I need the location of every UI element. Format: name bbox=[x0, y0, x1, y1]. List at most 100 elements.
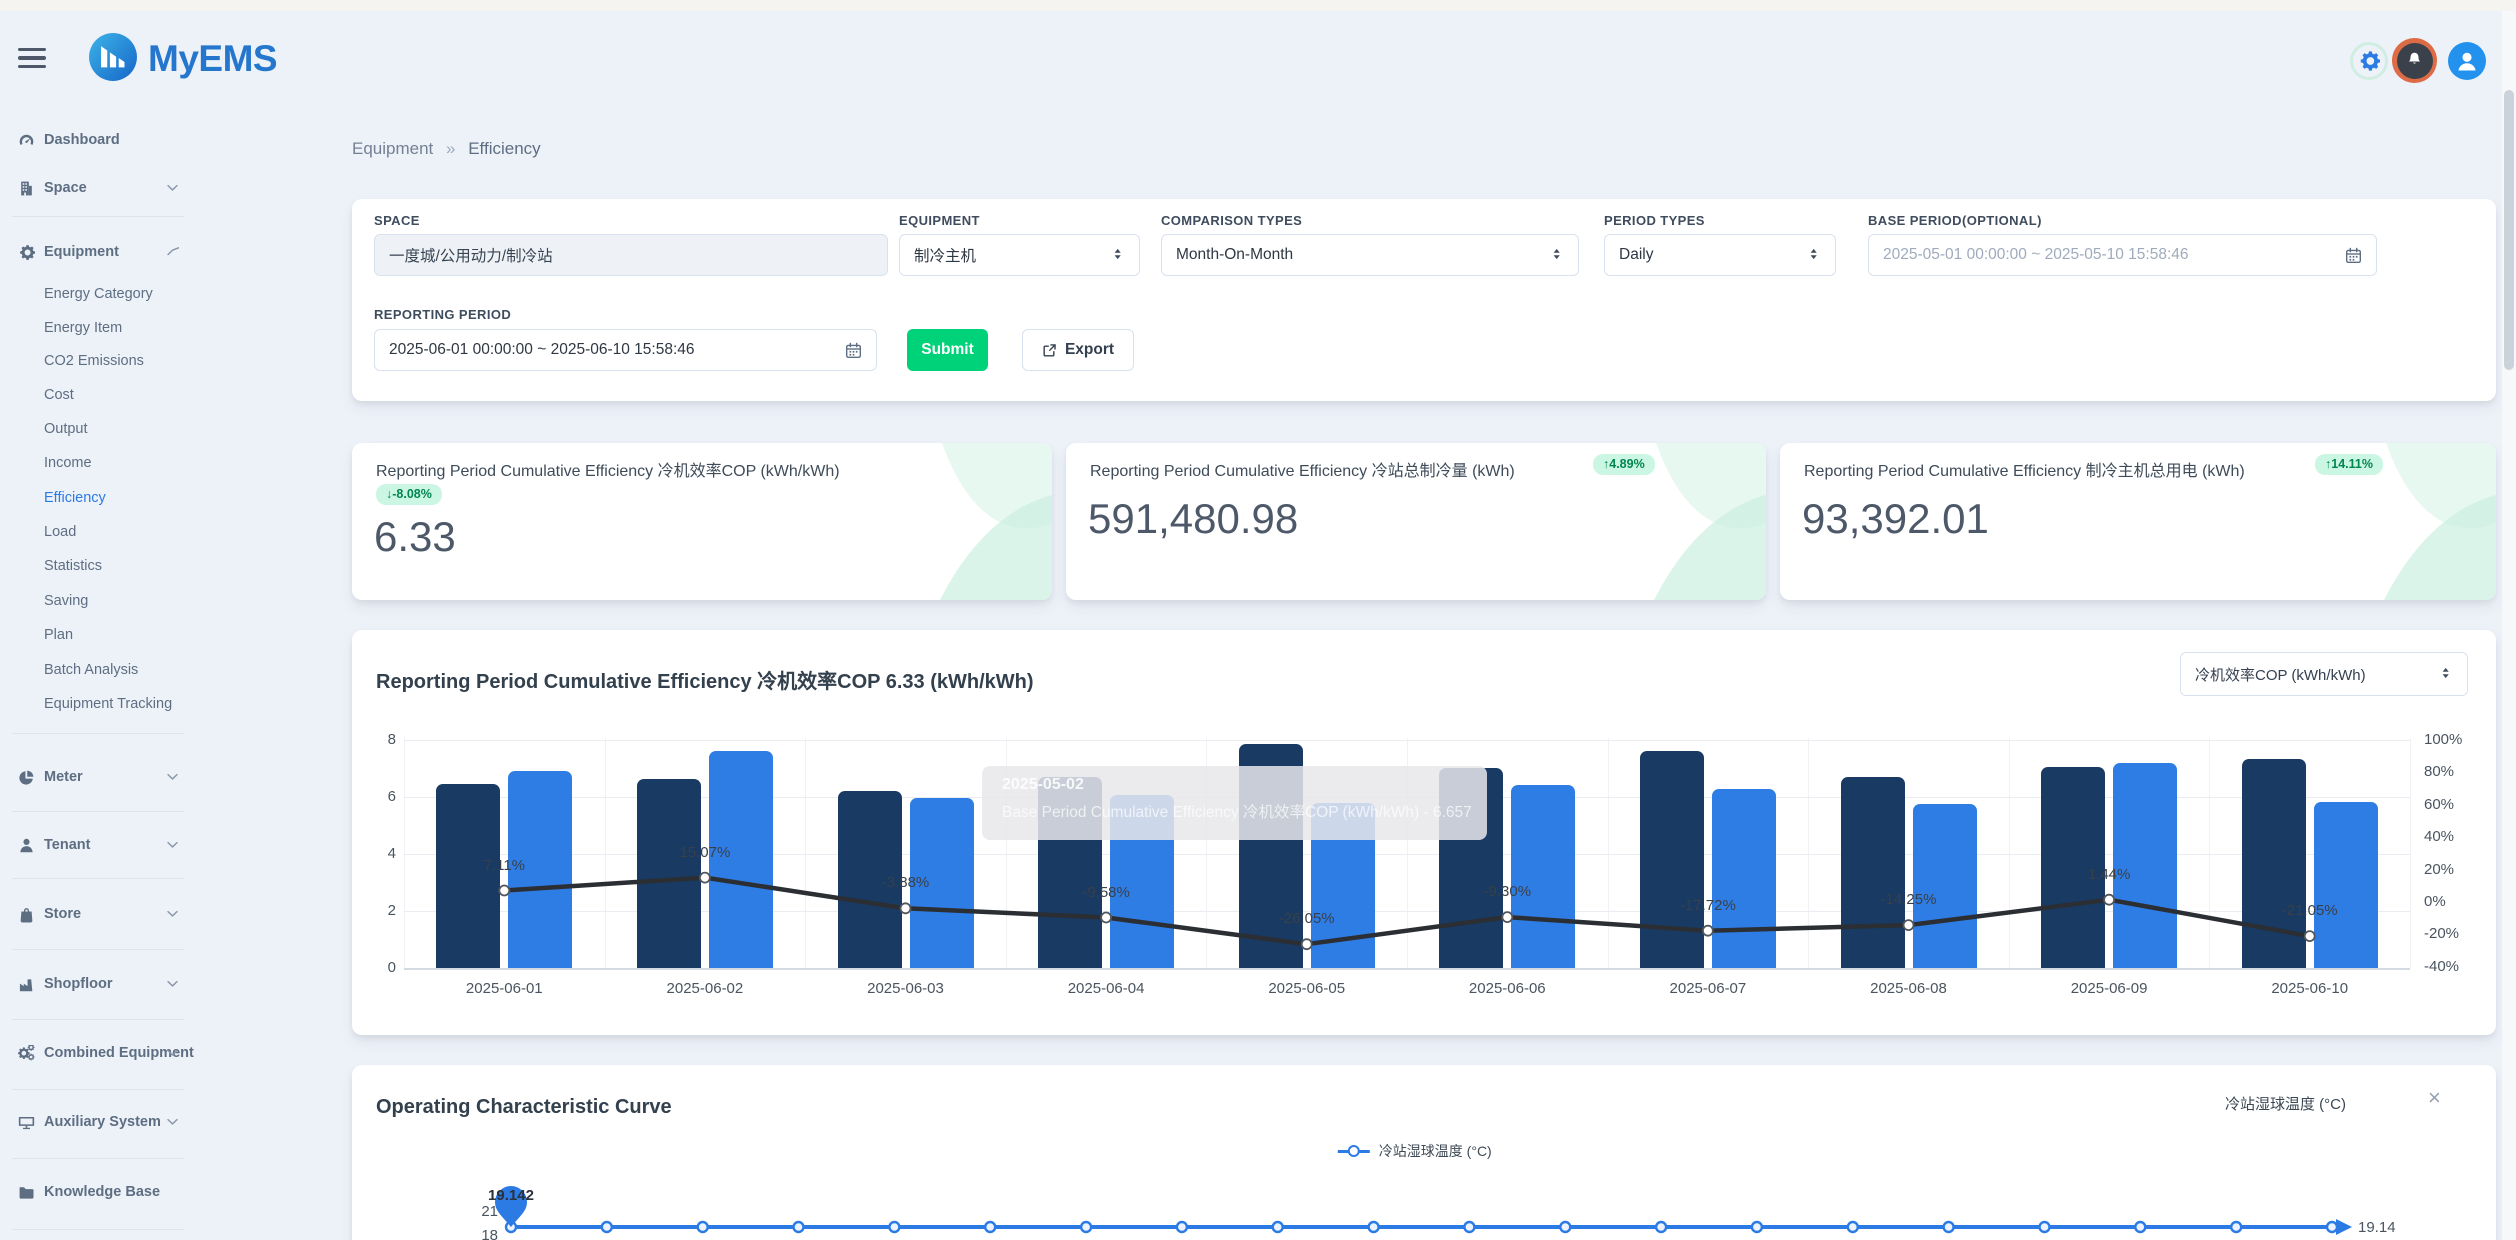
curve-marker[interactable] bbox=[2327, 1222, 2337, 1232]
line-marker[interactable] bbox=[901, 903, 911, 913]
gear-icon bbox=[18, 244, 35, 261]
reporting-period-input[interactable]: 2025-06-01 00:00:00 ~ 2025-06-10 15:58:4… bbox=[374, 329, 877, 371]
line-marker[interactable] bbox=[1302, 939, 1312, 949]
hamburger-menu-icon[interactable] bbox=[18, 48, 46, 70]
curve-legend[interactable]: 冷站湿球温度 (°C) bbox=[1338, 1141, 1492, 1161]
sidebar-subitem-label: Plan bbox=[44, 627, 73, 643]
legend-label: 冷站湿球温度 (°C) bbox=[1379, 1141, 1492, 1161]
settings-gear-icon[interactable] bbox=[2350, 42, 2388, 80]
x-axis-label: 2025-06-03 bbox=[826, 980, 986, 997]
line-marker[interactable] bbox=[2104, 895, 2114, 905]
curve-marker[interactable] bbox=[1369, 1222, 1379, 1232]
tooltip-date: 2025-05-02 bbox=[1002, 776, 1467, 794]
curve-marker[interactable] bbox=[985, 1222, 995, 1232]
period-types-select[interactable]: Daily bbox=[1604, 234, 1836, 276]
factory-icon bbox=[18, 976, 35, 993]
sidebar-subitem-income[interactable]: Income bbox=[0, 449, 196, 477]
scrollbar-thumb[interactable] bbox=[2504, 90, 2514, 370]
sidebar-item-label: Shopfloor bbox=[44, 976, 112, 992]
app-logo[interactable]: MyEMS bbox=[88, 33, 348, 85]
line-marker[interactable] bbox=[1502, 912, 1512, 922]
sidebar-subitem-efficiency[interactable]: Efficiency bbox=[0, 484, 196, 512]
sidebar-subitem-plan[interactable]: Plan bbox=[0, 621, 196, 649]
sidebar-item-dashboard[interactable]: Dashboard bbox=[0, 125, 196, 155]
curve-marker[interactable] bbox=[2231, 1222, 2241, 1232]
submit-button[interactable]: Submit bbox=[907, 329, 988, 371]
curve-marker[interactable] bbox=[1848, 1222, 1858, 1232]
base-period-input[interactable]: 2025-05-01 00:00:00 ~ 2025-05-10 15:58:4… bbox=[1868, 234, 2377, 276]
sidebar-subitem-cost[interactable]: Cost bbox=[0, 381, 196, 409]
comparison-value: Month-On-Month bbox=[1176, 246, 1293, 264]
curve-marker[interactable] bbox=[1944, 1222, 1954, 1232]
sidebar-subitem-equipment-tracking[interactable]: Equipment Tracking bbox=[0, 690, 196, 718]
curve-marker[interactable] bbox=[1081, 1222, 1091, 1232]
curve-marker[interactable] bbox=[1177, 1222, 1187, 1232]
sidebar-subitem-co2-emissions[interactable]: CO2 Emissions bbox=[0, 347, 196, 375]
sidebar-item-shopfloor[interactable]: Shopfloor bbox=[0, 969, 196, 999]
y-axis-tick-left: 8 bbox=[360, 731, 396, 748]
increment-rate-label: -26.05% bbox=[1242, 910, 1372, 927]
sidebar-subitem-label: Efficiency bbox=[44, 490, 106, 506]
building-icon bbox=[18, 180, 35, 197]
sidebar-item-combined-equipment[interactable]: Combined Equipment bbox=[0, 1038, 196, 1068]
period-types-label: PERIOD TYPES bbox=[1604, 213, 1705, 228]
line-marker[interactable] bbox=[2305, 931, 2315, 941]
sidebar-item-auxiliary-system[interactable]: Auxiliary System bbox=[0, 1107, 196, 1137]
user-avatar[interactable] bbox=[2448, 42, 2486, 80]
curve-marker[interactable] bbox=[2135, 1222, 2145, 1232]
gridline-vertical bbox=[2410, 738, 2411, 968]
sidebar-item-meter[interactable]: Meter bbox=[0, 762, 196, 792]
gears-icon bbox=[18, 1045, 35, 1062]
curve-marker[interactable] bbox=[794, 1222, 804, 1232]
sidebar: Dashboard Space Equipment Energy Category En… bbox=[0, 95, 196, 1240]
comparison-types-select[interactable]: Month-On-Month bbox=[1161, 234, 1579, 276]
sidebar-divider bbox=[12, 1229, 184, 1230]
stat-title: Reporting Period Cumulative Efficiency 制… bbox=[1804, 457, 2245, 481]
x-axis-label: 2025-06-06 bbox=[1427, 980, 1587, 997]
sidebar-item-space[interactable]: Space bbox=[0, 173, 196, 203]
sidebar-subitem-batch-analysis[interactable]: Batch Analysis bbox=[0, 656, 196, 684]
increment-rate-label: -3.88% bbox=[841, 874, 971, 891]
sidebar-subitem-saving[interactable]: Saving bbox=[0, 587, 196, 615]
calendar-icon[interactable] bbox=[845, 342, 862, 359]
line-marker[interactable] bbox=[1101, 913, 1111, 923]
calendar-icon[interactable] bbox=[2345, 247, 2362, 264]
increment-rate-label: -21.05% bbox=[2245, 902, 2375, 919]
stat-value: 591,480.98 bbox=[1088, 495, 1298, 543]
curve-marker[interactable] bbox=[1752, 1222, 1762, 1232]
line-marker[interactable] bbox=[700, 873, 710, 883]
curve-marker[interactable] bbox=[1656, 1222, 1666, 1232]
curve-marker[interactable] bbox=[1273, 1222, 1283, 1232]
export-button[interactable]: Export bbox=[1022, 329, 1134, 371]
reporting-period-label: REPORTING PERIOD bbox=[374, 307, 511, 322]
sidebar-subitem-energy-item[interactable]: Energy Item bbox=[0, 314, 196, 342]
curve-marker[interactable] bbox=[1464, 1222, 1474, 1232]
corner-decoration bbox=[822, 443, 1052, 600]
curve-marker[interactable] bbox=[698, 1222, 708, 1232]
notification-bell-icon[interactable] bbox=[2392, 38, 2437, 83]
sidebar-subitem-output[interactable]: Output bbox=[0, 415, 196, 443]
updown-icon bbox=[1112, 247, 1126, 261]
line-marker[interactable] bbox=[1703, 926, 1713, 936]
pin-value-label: 19.142 bbox=[488, 1187, 534, 1204]
curve-marker[interactable] bbox=[2040, 1222, 2050, 1232]
curve-marker[interactable] bbox=[889, 1222, 899, 1232]
curve-marker[interactable] bbox=[1560, 1222, 1570, 1232]
sidebar-item-store[interactable]: Store bbox=[0, 899, 196, 929]
brand-name: MyEMS bbox=[148, 38, 277, 80]
equipment-select[interactable]: 制冷主机 bbox=[899, 234, 1140, 276]
curve-marker[interactable] bbox=[602, 1222, 612, 1232]
sidebar-item-tenant[interactable]: Tenant bbox=[0, 830, 196, 860]
sidebar-subitem-load[interactable]: Load bbox=[0, 518, 196, 546]
chart-tooltip: 2025-05-02 Base Period Cumulative Effici… bbox=[982, 766, 1487, 840]
updown-icon bbox=[1551, 247, 1565, 261]
close-icon[interactable]: × bbox=[2428, 1087, 2441, 1109]
line-marker[interactable] bbox=[499, 886, 509, 896]
space-input[interactable]: 一度城/公用动力/制冷站 bbox=[374, 234, 888, 276]
sidebar-subitem-statistics[interactable]: Statistics bbox=[0, 552, 196, 580]
sidebar-subitem-energy-category[interactable]: Energy Category bbox=[0, 280, 196, 308]
sidebar-item-knowledge-base[interactable]: Knowledge Base bbox=[0, 1177, 196, 1207]
line-marker[interactable] bbox=[1904, 920, 1914, 930]
breadcrumb-parent[interactable]: Equipment bbox=[352, 139, 433, 158]
sidebar-item-equipment[interactable]: Equipment bbox=[0, 237, 196, 267]
